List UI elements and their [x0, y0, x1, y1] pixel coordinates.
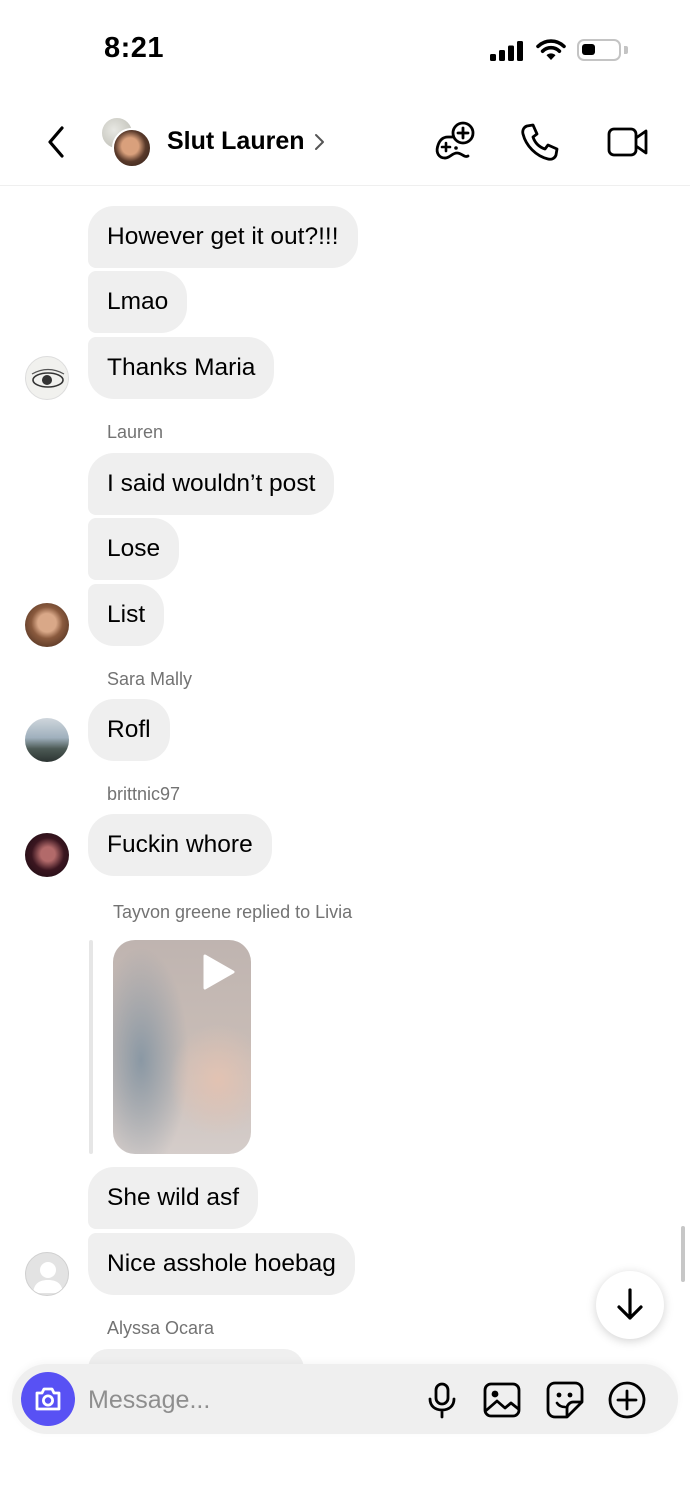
- avatar[interactable]: [25, 833, 69, 877]
- status-time: 8:21: [104, 32, 165, 64]
- microphone-icon[interactable]: [422, 1380, 462, 1420]
- phone-icon[interactable]: [518, 120, 562, 164]
- message-bubble[interactable]: I said wouldn’t post: [88, 453, 335, 515]
- sender-name: Alyssa Ocara: [107, 1318, 215, 1338]
- camera-icon: [35, 1387, 61, 1411]
- gallery-icon[interactable]: [482, 1380, 522, 1420]
- reply-indicator-bar: [89, 940, 93, 1154]
- plus-icon[interactable]: [607, 1380, 647, 1420]
- message-bubble[interactable]: Lmao: [88, 271, 188, 333]
- battery-icon: [577, 39, 621, 61]
- chevron-right-icon[interactable]: [314, 132, 326, 152]
- avatar[interactable]: [25, 603, 69, 647]
- status-bar: 8:21: [0, 0, 690, 100]
- group-avatar[interactable]: [100, 116, 152, 168]
- message-bubble[interactable]: Nice asshole hoebag: [88, 1233, 355, 1295]
- wifi-icon: [536, 39, 566, 60]
- message-bubble[interactable]: Rofl: [88, 699, 170, 761]
- message-input[interactable]: [88, 1380, 408, 1420]
- message-bubble[interactable]: Lose: [88, 518, 180, 580]
- reply-note: Tayvon greene replied to Livia: [113, 902, 353, 922]
- camera-button[interactable]: [21, 1372, 75, 1426]
- message-bubble[interactable]: Fuckin whore: [88, 814, 272, 876]
- chat-header: Slut Lauren: [0, 100, 690, 186]
- video-camera-icon[interactable]: [606, 120, 650, 164]
- sender-name: Lauren: [107, 422, 164, 442]
- sender-name: Sara Mally: [107, 669, 193, 689]
- avatar[interactable]: [25, 356, 69, 400]
- back-chevron-icon[interactable]: [42, 122, 72, 162]
- game-controller-icon[interactable]: [433, 120, 477, 164]
- scrollbar[interactable]: [681, 1226, 685, 1282]
- avatar[interactable]: [25, 718, 69, 762]
- message-bubble[interactable]: She wild asf: [88, 1167, 259, 1229]
- arrow-down-icon: [617, 1288, 643, 1320]
- message-bubble[interactable]: List: [88, 584, 165, 646]
- message-bubble[interactable]: However get it out?!!!: [88, 206, 358, 268]
- play-icon[interactable]: [201, 953, 237, 991]
- person-silhouette-icon: [33, 1262, 63, 1293]
- group-name[interactable]: Slut Lauren: [167, 127, 305, 156]
- eye-drawing-icon: [31, 368, 65, 388]
- scroll-to-bottom-button[interactable]: [596, 1271, 664, 1339]
- signal-icon: [490, 41, 523, 61]
- avatar-placeholder[interactable]: [25, 1252, 69, 1296]
- message-bubble[interactable]: Thanks Maria: [88, 337, 275, 399]
- sender-name: brittnic97: [107, 784, 181, 804]
- sticker-icon[interactable]: [545, 1380, 585, 1420]
